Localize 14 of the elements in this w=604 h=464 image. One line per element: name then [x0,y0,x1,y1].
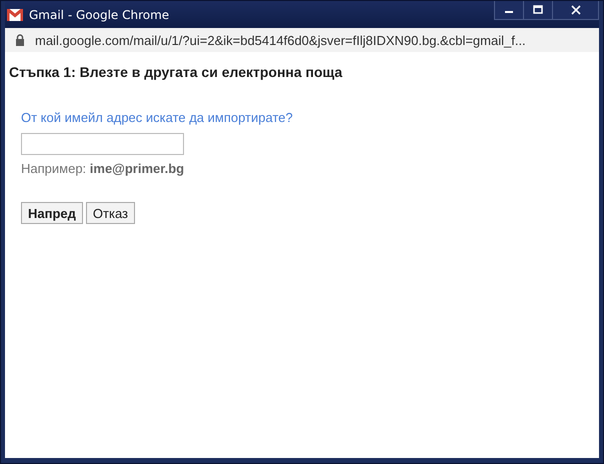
maximize-button[interactable] [523,1,553,20]
dialog-button[interactable]: Напред [21,202,83,224]
window-title: Gmail - Google Chrome [29,8,170,22]
email-field[interactable] [21,133,184,155]
hint-text: Например: ime@primer.bg [21,161,186,176]
close-button[interactable] [552,1,599,20]
field-label: От кой имейл адрес искате да импортирате? [21,110,294,125]
dialog-button[interactable]: Отказ [86,202,135,224]
mail-icon [7,8,23,20]
lock-icon [15,34,25,46]
maximize-icon [533,5,543,15]
close-icon [570,5,580,15]
page-heading: Стъпка 1: Влезте в другата си електронна поща [8,63,344,80]
minimize-button[interactable] [494,1,524,20]
